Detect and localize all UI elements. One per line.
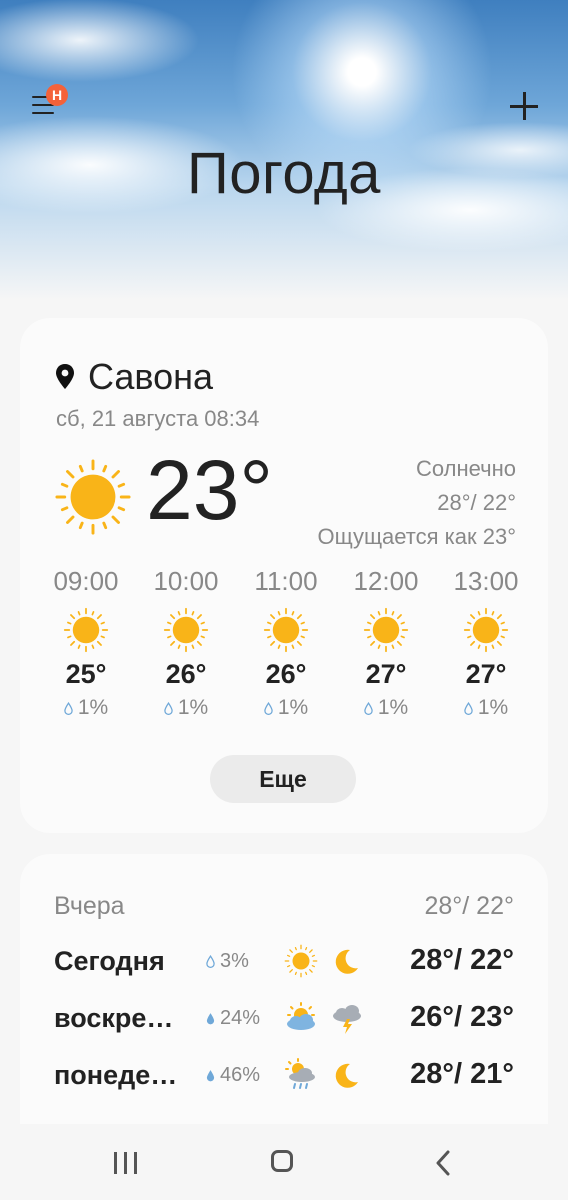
hour-time: 13:00 [453, 566, 519, 596]
high-low-temperature: 28°/ 22° [437, 490, 516, 515]
day-precipitation: 24% [220, 1007, 261, 1029]
day-name: понеде… [54, 1060, 178, 1090]
raindrop-icon [206, 1070, 215, 1082]
hour-temperature: 25° [65, 659, 107, 689]
hour-time: 11:00 [254, 566, 318, 596]
sun-icon [55, 459, 131, 535]
hour-precipitation: 1% [277, 696, 309, 719]
day-precipitation: 46% [220, 1064, 261, 1086]
hour-time: 12:00 [353, 566, 419, 596]
hour-precipitation: 1% [377, 696, 409, 719]
sun-rain-icon [285, 1058, 315, 1089]
notification-badge: Н [46, 84, 68, 106]
raindrop-icon [206, 1013, 215, 1025]
day-range: 28°/ 22° [410, 944, 514, 976]
thunderstorm-icon [333, 1005, 361, 1034]
day-name: Сегодня [54, 946, 165, 976]
hourly-item: 11:00 26° 1% [236, 566, 336, 720]
daily-row[interactable]: понеде… 46% 28°/ 21° [54, 1056, 514, 1096]
hour-time: 10:00 [153, 566, 219, 596]
current-datetime: сб, 21 августа 08:34 [56, 406, 260, 431]
feels-like-text: Ощущается как 23° [317, 524, 516, 549]
home-icon[interactable] [271, 1150, 293, 1172]
moon-icon [335, 949, 358, 974]
current-weather-card[interactable]: Савона сб, 21 августа 08:34 23° Солнечно… [20, 318, 548, 833]
hour-precipitation: 1% [77, 696, 109, 719]
condition-block: Солнечно 28°/ 22° Ощущается как 23° [317, 452, 516, 554]
raindrop-icon [464, 701, 473, 715]
sun-icon [363, 607, 409, 653]
navigation-bar [0, 1124, 568, 1200]
hour-precipitation: 1% [177, 696, 209, 719]
moon-icon [335, 1063, 358, 1088]
city-name: Савона [88, 356, 214, 397]
sun-icon [263, 607, 309, 653]
raindrop-icon [64, 701, 73, 715]
raindrop-icon [206, 955, 215, 968]
hourly-item: 13:00 27° 1% [436, 566, 536, 720]
more-button[interactable]: Еще [210, 755, 356, 803]
hour-time: 09:00 [53, 566, 119, 596]
raindrop-icon [164, 701, 173, 715]
yesterday-label: Вчера [54, 892, 125, 920]
current-temperature: 23° [146, 443, 274, 537]
map-pin-icon [56, 364, 74, 389]
hourly-item: 10:00 26° 1% [136, 566, 236, 720]
day-precipitation: 3% [220, 950, 249, 972]
sun-icon [463, 607, 509, 653]
sun-icon [63, 607, 109, 653]
hourly-item: 09:00 25° 1% [36, 566, 136, 720]
hour-precipitation: 1% [477, 696, 509, 719]
daily-row[interactable]: Сегодня 3% 28°/ 22° [54, 942, 514, 982]
hour-temperature: 27° [365, 659, 407, 689]
daily-row[interactable]: воскре… 24% 26°/ 23° [54, 999, 514, 1039]
day-range: 28°/ 21° [410, 1058, 514, 1090]
partly-cloudy-icon [287, 1002, 315, 1030]
day-range: 26°/ 23° [410, 1001, 514, 1033]
raindrop-icon [264, 701, 273, 715]
yesterday-range: 28°/ 22° [424, 892, 514, 920]
hourly-forecast: 09:00 25° 1% 10:00 26° 1% 11:00 26° 1% 1… [36, 566, 536, 720]
add-location-button[interactable] [506, 88, 542, 124]
hourly-item: 12:00 27° 1% [336, 566, 436, 720]
raindrop-icon [364, 701, 373, 715]
back-icon[interactable] [432, 1150, 456, 1176]
location-row: Савона [54, 356, 213, 398]
sun-icon [163, 607, 209, 653]
sun-icon [284, 944, 318, 978]
daily-forecast-card[interactable]: Вчера 28°/ 22° Сегодня 3% 28°/ 22° воскр… [20, 854, 548, 1154]
hour-temperature: 26° [165, 659, 207, 689]
day-name: воскре… [54, 1003, 174, 1033]
recent-apps-icon[interactable] [114, 1152, 138, 1174]
condition-text: Солнечно [416, 456, 516, 481]
page-title: Погода [187, 141, 381, 206]
hour-temperature: 26° [265, 659, 307, 689]
hour-temperature: 27° [465, 659, 507, 689]
